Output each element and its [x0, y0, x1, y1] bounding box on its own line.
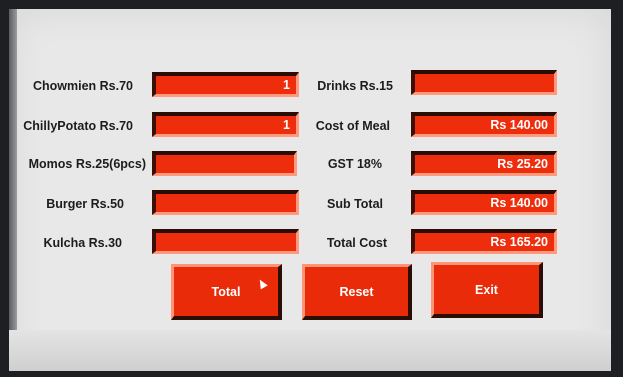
- cost-of-meal-field[interactable]: Rs 140.00: [411, 112, 557, 137]
- exit-button[interactable]: Exit: [431, 262, 543, 318]
- label-chillypotato: ChillyPotato Rs.70: [23, 119, 133, 133]
- sub-total-field[interactable]: Rs 140.00: [411, 190, 557, 215]
- reset-button[interactable]: Reset: [302, 264, 412, 320]
- total-cost-field[interactable]: Rs 165.20: [411, 229, 557, 254]
- kulcha-qty-input[interactable]: [152, 229, 299, 254]
- label-total-cost: Total Cost: [326, 236, 387, 250]
- label-gst: GST 18%: [327, 157, 382, 171]
- gst-field[interactable]: Rs 25.20: [411, 151, 557, 176]
- total-button[interactable]: Total: [171, 264, 282, 320]
- label-sub-total: Sub Total: [326, 197, 383, 211]
- chillypotato-qty-input[interactable]: 1: [152, 112, 299, 137]
- label-chowmien: Chowmien Rs.70: [32, 79, 133, 93]
- label-drinks: Drinks Rs.15: [317, 79, 393, 93]
- label-cost-of-meal: Cost of Meal: [315, 119, 390, 133]
- momos-qty-input[interactable]: [152, 151, 297, 176]
- drinks-qty-input[interactable]: [411, 70, 557, 95]
- label-kulcha: Kulcha Rs.30: [43, 236, 122, 250]
- chowmien-qty-input[interactable]: 1: [152, 72, 299, 97]
- label-burger: Burger Rs.50: [46, 197, 124, 211]
- label-momos: Momos Rs.25(6pcs): [28, 157, 146, 171]
- burger-qty-input[interactable]: [152, 190, 299, 215]
- window-footer: [9, 330, 611, 371]
- window-edge: [9, 9, 17, 371]
